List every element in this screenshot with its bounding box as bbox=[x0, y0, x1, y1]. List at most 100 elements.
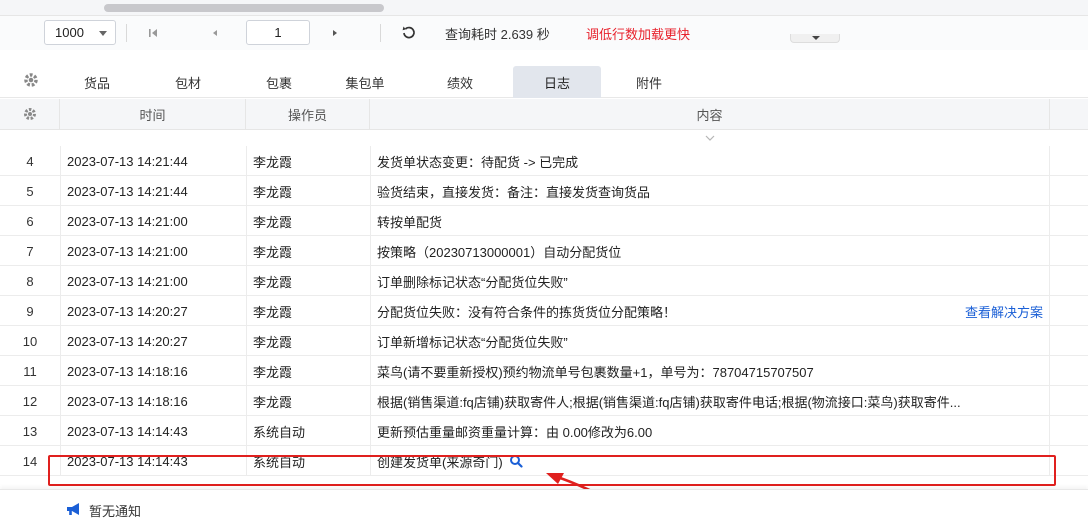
scrollbar-thumb[interactable] bbox=[104, 4, 384, 12]
row-index: 5 bbox=[26, 183, 34, 199]
view-solution-link[interactable]: 查看解决方案 bbox=[965, 302, 1043, 321]
pager-toolbar: 1000 1 查询耗时 2.639 秒 调低行数加载更快 bbox=[0, 16, 1088, 50]
row-content-cell: 发货单状态变更：待配货 -> 已完成 bbox=[370, 146, 1050, 176]
row-content: 菜鸟(请不要重新授权)预约物流单号包裹数量+1，单号为：787047157075… bbox=[377, 364, 814, 380]
column-header-time[interactable]: 时间 bbox=[60, 99, 246, 130]
row-content-cell: 分配货位失败：没有符合条件的拣货货位分配策略！ 查看解决方案 bbox=[370, 296, 1050, 326]
tab-consolidation[interactable]: 集包单 bbox=[324, 66, 406, 98]
tab-packing-material[interactable]: 包材 bbox=[147, 66, 229, 98]
row-operator: 李龙霞 bbox=[246, 206, 370, 236]
notification-text: 暂无通知 bbox=[89, 504, 142, 519]
order-log-panel: 1000 1 查询耗时 2.639 秒 调低行数加载更快 货品 包材 包裹 集包… bbox=[0, 0, 1088, 527]
detail-tabs: 货品 包材 包裹 集包单 绩效 日志 附件 bbox=[0, 62, 1088, 98]
table-row[interactable]: 12 2023-07-13 14:18:16 李龙霞 根据(销售渠道:fq店铺)获取寄… bbox=[0, 386, 1088, 416]
row-operator: 李龙霞 bbox=[246, 176, 370, 206]
table-row[interactable]: 14 2023-07-13 14:14:43 系统自动 创建发货单(来源奇门) bbox=[0, 446, 1088, 476]
tab-performance[interactable]: 绩效 bbox=[419, 66, 501, 98]
load-faster-tip[interactable]: 调低行数加载更快 bbox=[586, 24, 690, 43]
row-index: 4 bbox=[26, 153, 34, 169]
row-operator: 李龙霞 bbox=[246, 356, 370, 386]
horizontal-scrollbar[interactable] bbox=[0, 0, 1088, 16]
row-time: 2023-07-13 14:20:27 bbox=[60, 326, 246, 356]
row-time: 2023-07-13 14:21:44 bbox=[60, 146, 246, 176]
table-row[interactable]: 4 2023-07-13 14:21:44 李龙霞 发货单状态变更：待配货 -> 已完… bbox=[0, 146, 1088, 176]
table-row[interactable]: 11 2023-07-13 14:18:16 李龙霞 菜鸟(请不要重新授权)预约物流单… bbox=[0, 356, 1088, 386]
tab-label: 包材 bbox=[174, 75, 201, 91]
row-operator: 李龙霞 bbox=[246, 296, 370, 326]
gear-icon[interactable] bbox=[22, 106, 38, 122]
first-page-button[interactable] bbox=[142, 22, 164, 44]
page-number-input[interactable]: 1 bbox=[246, 20, 310, 45]
row-operator: 系统自动 bbox=[246, 446, 370, 476]
tab-parcel[interactable]: 包裹 bbox=[238, 66, 320, 98]
row-index: 11 bbox=[23, 363, 37, 379]
row-content-cell: 订单删除标记状态“分配货位失败” bbox=[370, 266, 1050, 296]
table-row[interactable]: 5 2023-07-13 14:21:44 李龙霞 验货结束，直接发货：备注：直接发货… bbox=[0, 176, 1088, 206]
row-content-cell: 根据(销售渠道:fq店铺)获取寄件人;根据(销售渠道:fq店铺)获取寄件电话;根… bbox=[370, 386, 1050, 416]
row-content: 转按单配货 bbox=[377, 214, 443, 230]
divider bbox=[380, 24, 381, 42]
search-icon[interactable] bbox=[509, 454, 523, 468]
tab-label: 附件 bbox=[635, 75, 662, 91]
megaphone-icon bbox=[67, 503, 79, 515]
row-content: 按策略（20230713000001）自动分配货位 bbox=[377, 244, 622, 260]
row-time: 2023-07-13 14:21:00 bbox=[60, 266, 246, 296]
row-index: 9 bbox=[26, 303, 34, 319]
row-time: 2023-07-13 14:14:43 bbox=[60, 416, 246, 446]
row-operator: 李龙霞 bbox=[246, 266, 370, 296]
row-content: 订单删除标记状态“分配货位失败” bbox=[377, 274, 568, 290]
row-index: 6 bbox=[26, 213, 34, 229]
next-page-button[interactable] bbox=[324, 22, 346, 44]
table-row[interactable]: 8 2023-07-13 14:21:00 李龙霞 订单删除标记状态“分配货位失败” bbox=[0, 266, 1088, 296]
caret-left-icon bbox=[213, 30, 217, 36]
row-time: 2023-07-13 14:14:43 bbox=[60, 446, 246, 476]
chevron-down-icon bbox=[99, 31, 107, 36]
caret-right-icon bbox=[333, 30, 337, 36]
row-index: 14 bbox=[22, 453, 38, 469]
row-content-cell: 菜鸟(请不要重新授权)预约物流单号包裹数量+1，单号为：787047157075… bbox=[370, 356, 1050, 386]
refresh-button[interactable] bbox=[398, 22, 420, 44]
row-content-cell: 订单新增标记状态“分配货位失败” bbox=[370, 326, 1050, 356]
row-content-cell: 按策略（20230713000001）自动分配货位 bbox=[370, 236, 1050, 266]
log-table: 时间 操作员 内容 4 2023-07-13 14:21:44 李龙霞 发货单状态变更… bbox=[0, 99, 1088, 489]
row-time: 2023-07-13 14:18:16 bbox=[60, 356, 246, 386]
row-index: 13 bbox=[22, 423, 38, 439]
row-index: 8 bbox=[26, 273, 34, 289]
tab-label: 日志 bbox=[543, 75, 570, 91]
tab-log[interactable]: 日志 bbox=[513, 66, 601, 98]
row-content-cell: 验货结束，直接发货：备注：直接发货查询货品 bbox=[370, 176, 1050, 206]
table-row[interactable]: 13 2023-07-13 14:14:43 系统自动 更新预估重量邮资重量计算：由 … bbox=[0, 416, 1088, 446]
row-time: 2023-07-13 14:18:16 bbox=[60, 386, 246, 416]
row-content: 更新预估重量邮资重量计算：由 0.00修改为6.00 bbox=[377, 424, 653, 440]
first-page-icon bbox=[149, 29, 157, 37]
row-time: 2023-07-13 14:21:00 bbox=[60, 236, 246, 266]
page-size-select[interactable]: 1000 bbox=[44, 20, 116, 45]
row-content: 根据(销售渠道:fq店铺)获取寄件人;根据(销售渠道:fq店铺)获取寄件电话;根… bbox=[377, 394, 961, 410]
row-content: 订单新增标记状态“分配货位失败” bbox=[377, 334, 568, 350]
gear-icon[interactable] bbox=[22, 71, 40, 89]
tab-goods[interactable]: 货品 bbox=[56, 66, 138, 98]
tab-attachments[interactable]: 附件 bbox=[608, 66, 690, 98]
row-content: 发货单状态变更：待配货 -> 已完成 bbox=[377, 154, 579, 170]
header-settings-cell bbox=[0, 99, 60, 130]
column-header-content[interactable]: 内容 bbox=[370, 99, 1050, 130]
row-index: 12 bbox=[22, 393, 38, 409]
row-operator: 系统自动 bbox=[246, 416, 370, 446]
collapse-handle[interactable] bbox=[790, 34, 840, 43]
row-content: 验货结束，直接发货：备注：直接发货查询货品 bbox=[377, 184, 651, 200]
row-time: 2023-07-13 14:21:00 bbox=[60, 206, 246, 236]
table-row[interactable]: 10 2023-07-13 14:20:27 李龙霞 订单新增标记状态“分配货位失败” bbox=[0, 326, 1088, 356]
expand-indicator bbox=[370, 131, 1050, 145]
row-index: 10 bbox=[22, 333, 38, 349]
tab-label: 集包单 bbox=[345, 75, 385, 91]
column-header-operator[interactable]: 操作员 bbox=[246, 99, 370, 130]
table-row[interactable]: 7 2023-07-13 14:21:00 李龙霞 按策略（2023071300000… bbox=[0, 236, 1088, 266]
row-operator: 李龙霞 bbox=[246, 386, 370, 416]
table-row[interactable]: 9 2023-07-13 14:20:27 李龙霞 分配货位失败：没有符合条件的拣货货… bbox=[0, 296, 1088, 326]
table-row[interactable]: 6 2023-07-13 14:21:00 李龙霞 转按单配货 bbox=[0, 206, 1088, 236]
row-content: 创建发货单(来源奇门) bbox=[377, 454, 503, 470]
prev-page-button[interactable] bbox=[204, 22, 226, 44]
row-content-cell: 转按单配货 bbox=[370, 206, 1050, 236]
tab-label: 绩效 bbox=[446, 75, 473, 91]
divider bbox=[126, 24, 127, 42]
